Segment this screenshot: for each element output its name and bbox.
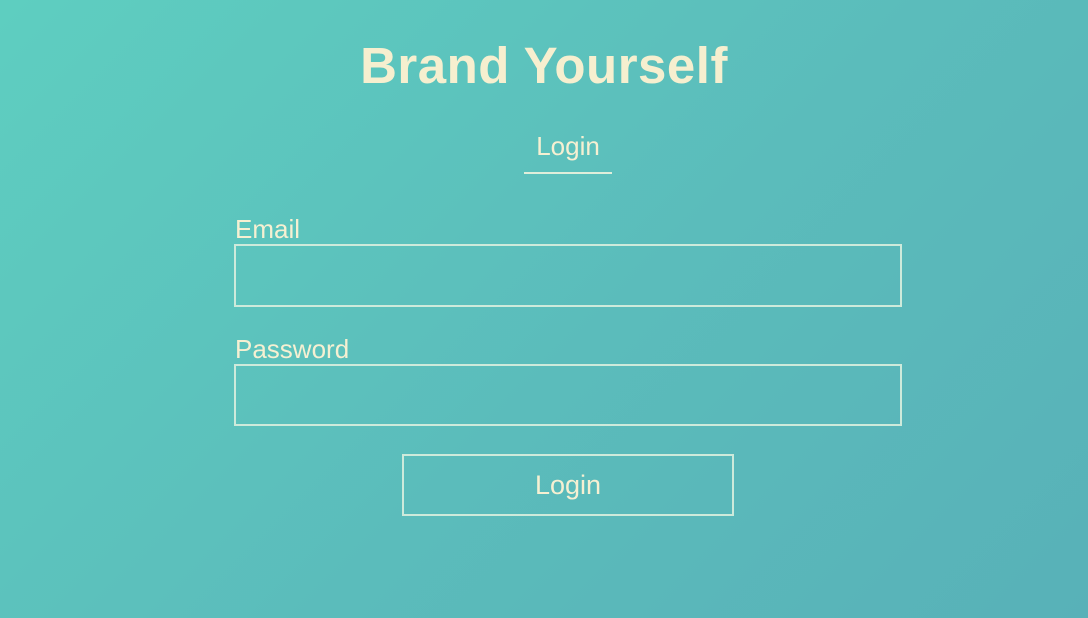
email-label: Email [235,214,301,244]
email-field[interactable] [234,244,902,307]
login-button[interactable]: Login [402,454,734,516]
password-label: Password [235,334,350,364]
password-field[interactable] [234,364,902,426]
brand-title: Brand Yourself [360,37,728,94]
login-page: Brand Yourself Login Email Password Logi… [0,0,1088,618]
tab-login[interactable]: Login [524,128,612,174]
